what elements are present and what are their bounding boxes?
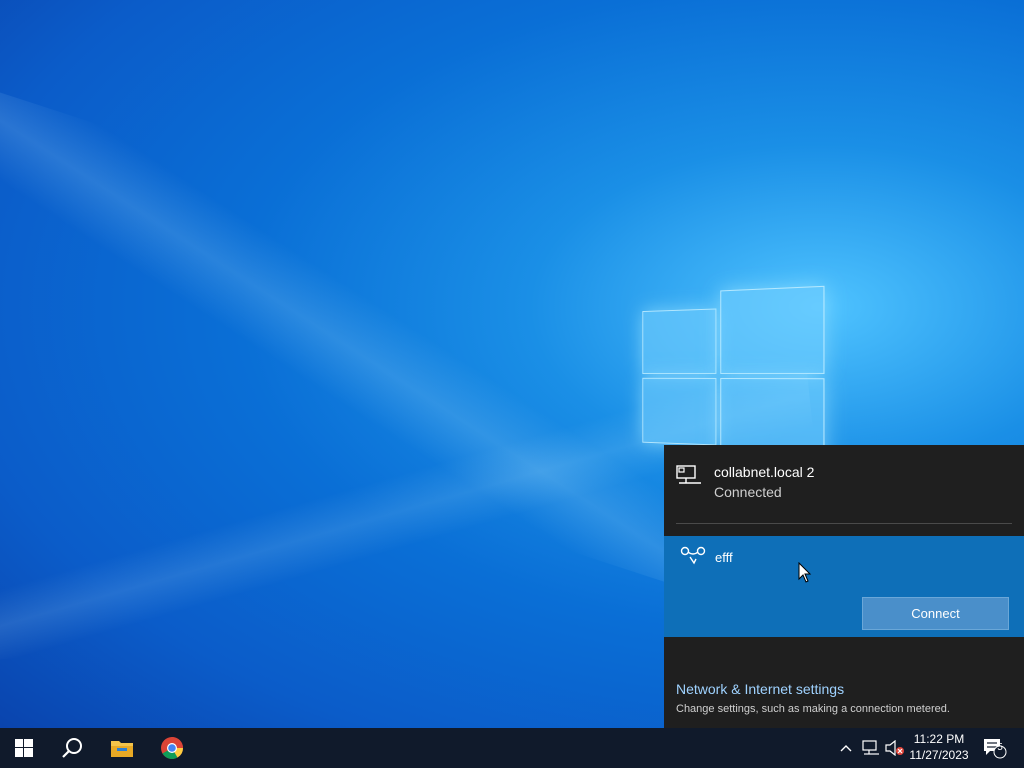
connect-button[interactable]: Connect — [862, 597, 1009, 630]
volume-muted-icon — [885, 740, 904, 756]
taskbar: 11:22 PM 11/27/2023 5 — [0, 728, 1024, 768]
notification-count-badge: 5 — [997, 742, 1003, 753]
file-explorer-icon — [111, 741, 133, 757]
chevron-up-icon — [840, 745, 852, 752]
show-hidden-icons-button[interactable] — [836, 728, 856, 768]
start-icon — [15, 739, 33, 757]
ethernet-icon — [862, 740, 879, 755]
network-name: efff — [715, 550, 733, 565]
clock-time: 11:22 PM — [913, 732, 965, 746]
divider — [676, 523, 1012, 524]
file-explorer-button[interactable] — [98, 728, 146, 768]
volume-tray-button[interactable] — [884, 728, 906, 768]
chrome-icon — [161, 737, 183, 759]
clock-date: 11/27/2023 — [909, 748, 969, 762]
network-flyout: collabnet.local 2 Connected efff Connect… — [664, 445, 1024, 728]
start-button[interactable] — [0, 728, 48, 768]
search-button[interactable] — [48, 728, 96, 768]
connection-status: Connected — [714, 484, 782, 500]
connection-name: collabnet.local 2 — [714, 464, 815, 480]
clock-button[interactable]: 11:22 PM 11/27/2023 — [904, 731, 974, 763]
chrome-button[interactable] — [148, 728, 196, 768]
windows-logo-wallpaper — [642, 285, 826, 465]
search-icon — [62, 738, 82, 758]
dialup-network-icon — [680, 546, 706, 565]
network-tray-button[interactable] — [860, 728, 882, 768]
mouse-cursor-icon — [798, 562, 812, 583]
ethernet-connection-item[interactable]: collabnet.local 2 Connected — [664, 445, 1024, 525]
network-settings-link[interactable]: Network & Internet settings — [676, 681, 844, 697]
wifi-network-item[interactable]: efff Connect — [664, 536, 1024, 637]
network-settings-description: Change settings, such as making a connec… — [676, 703, 950, 715]
action-center-button[interactable]: 5 — [980, 728, 1010, 768]
ethernet-icon — [676, 465, 701, 484]
